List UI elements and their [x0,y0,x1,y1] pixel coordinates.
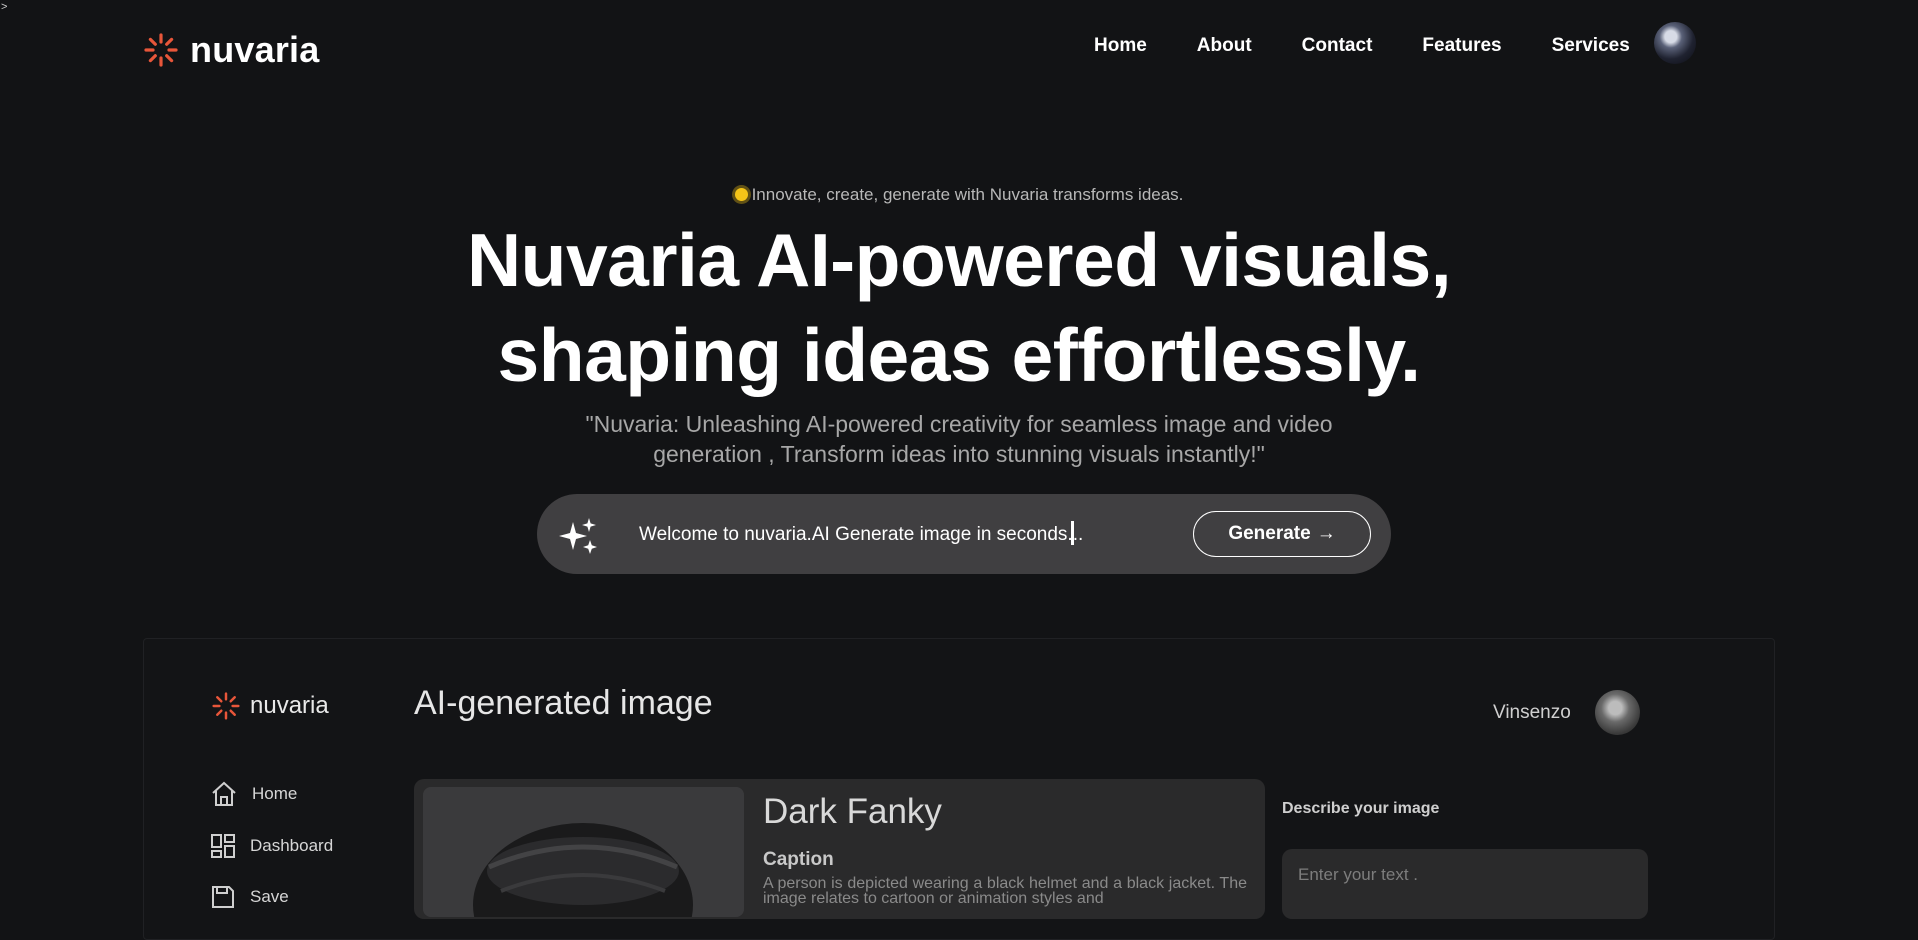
caption-text: A person is depicted wearing a black hel… [763,875,1247,907]
hero-subtitle: "Nuvaria: Unleashing AI-powered creativi… [0,409,1918,469]
text-caret [1071,521,1074,545]
dashboard-icon [211,834,235,858]
nav-about[interactable]: About [1197,35,1252,57]
sidebar-label-save: Save [250,887,289,906]
tagline-text: Innovate, create, generate with Nuvaria … [751,185,1184,204]
describe-label: Describe your image [1282,800,1440,817]
caption-label: Caption [763,849,834,870]
arrow-right-icon: → [1316,523,1336,544]
user-name: Vinsenzo [1493,702,1571,723]
brand-logo[interactable]: nuvaria [144,29,319,71]
sidebar-item-save[interactable]: Save [210,884,289,910]
headline-line-1: Nuvaria AI-powered visuals, [466,218,1452,302]
sidebar-label-home: Home [252,784,298,803]
nav-services[interactable]: Services [1552,35,1630,57]
hero-headline: Nuvaria AI-powered visuals, shaping idea… [0,213,1918,403]
save-icon [212,886,234,908]
generate-label: Generate [1228,523,1311,544]
card-title: Dark Fanky [763,792,942,831]
sidebar-label-dashboard: Dashboard [250,836,334,855]
main-nav: Home About Contact Features Services [1094,35,1630,57]
hero-tagline: Innovate, create, generate with Nuvaria … [0,185,1918,205]
user-avatar-dashboard[interactable] [1595,690,1640,735]
nav-features[interactable]: Features [1422,35,1501,57]
dashboard-title: AI-generated image [414,684,713,722]
dashboard-brand[interactable]: nuvaria [212,692,329,720]
user-avatar[interactable] [1654,22,1696,64]
sidebar-item-home[interactable]: Home [210,780,297,808]
prompt-bar: Generate → [537,494,1391,574]
headline-line-2: shaping ideas effortlessly. [497,313,1421,397]
sunburst-logo-icon [144,33,178,67]
describe-input[interactable] [1282,849,1648,919]
nav-home[interactable]: Home [1094,35,1147,57]
sidebar-item-dashboard[interactable]: Dashboard [210,833,333,859]
home-icon [212,781,236,806]
stray-character: > [1,1,8,13]
subtitle-line-1: "Nuvaria: Unleashing AI-powered creativi… [585,411,1333,437]
brand-name: nuvaria [190,29,320,70]
sparkles-icon [559,518,597,554]
subtitle-line-2: generation , Transform ideas into stunni… [653,441,1265,467]
generate-button[interactable]: Generate → [1193,511,1371,557]
generated-image[interactable] [423,787,744,917]
prompt-input[interactable] [637,516,1201,554]
nav-contact[interactable]: Contact [1302,35,1373,57]
dashboard-brand-name: nuvaria [250,692,329,719]
sunburst-logo-icon [212,692,240,720]
helmet-figure-icon [423,787,744,917]
sun-icon [734,188,748,201]
